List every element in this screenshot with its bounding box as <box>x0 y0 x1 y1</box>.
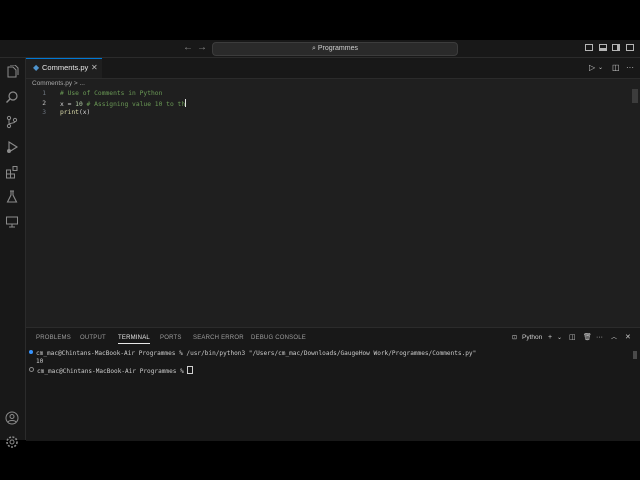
search-icon[interactable] <box>5 90 19 104</box>
title-bar: ← → ⌕ Programmes <box>0 40 640 58</box>
command-center-search[interactable]: ⌕ Programmes <box>212 42 458 56</box>
tab-output[interactable]: OUTPUT <box>80 333 106 343</box>
tab-label: Comments.py <box>42 63 89 72</box>
close-tab-icon[interactable]: ✕ <box>91 59 98 77</box>
split-terminal-icon[interactable]: ◫ <box>569 333 576 343</box>
back-icon[interactable]: ← <box>183 42 193 54</box>
command-decoration-icon <box>29 366 34 372</box>
terminal-output[interactable]: cm_mac@Chintans-MacBook-Air Programmes %… <box>29 350 476 375</box>
line-number: 2 <box>42 99 46 107</box>
close-panel-icon[interactable]: ✕ <box>625 333 631 343</box>
split-editor-icon[interactable]: ◫ <box>612 63 620 73</box>
account-icon[interactable] <box>5 411 19 425</box>
line-number: 3 <box>42 109 46 117</box>
extensions-icon[interactable] <box>5 165 19 179</box>
editor-tab-bar: ◆ Comments.py ✕ ▷ ⌄ ◫ ··· <box>26 58 640 79</box>
run-python-file-icon[interactable]: ▷ <box>589 63 595 73</box>
code-token: (x) <box>78 109 91 117</box>
more-panel-actions-icon[interactable]: ··· <box>596 333 603 343</box>
settings-gear-icon[interactable] <box>5 435 19 449</box>
run-debug-icon[interactable] <box>5 140 19 154</box>
source-control-icon[interactable] <box>5 115 19 129</box>
terminal-prompt: cm_mac@Chintans-MacBook-Air Programmes % <box>37 367 188 375</box>
terminal-line: cm_mac@Chintans-MacBook-Air Programmes %… <box>36 350 477 357</box>
code-editor[interactable]: 1 # Use of Comments in Python 2 x = 10 #… <box>26 89 640 326</box>
command-decoration-icon <box>29 350 33 354</box>
explorer-icon[interactable] <box>5 65 19 79</box>
bottom-panel: PROBLEMS OUTPUT TERMINAL PORTS SEARCH ER… <box>26 327 640 441</box>
terminal-shell-icon: ⊡ <box>512 335 518 341</box>
terminal-line: 10 <box>36 357 44 365</box>
testing-icon[interactable] <box>5 190 19 204</box>
terminal-cursor <box>187 365 194 374</box>
tab-debug-console[interactable]: DEBUG CONSOLE <box>251 333 306 343</box>
run-dropdown-chevron-icon[interactable]: ⌄ <box>598 63 603 73</box>
code-line-1[interactable]: # Use of Comments in Python <box>60 89 162 99</box>
code-number-token: 10 <box>75 100 83 108</box>
code-token: x = <box>60 100 76 108</box>
customize-layout-icon[interactable] <box>626 44 634 51</box>
code-comment-token: # Assigning value 10 to th <box>82 100 186 108</box>
toggle-secondary-sidebar-icon[interactable] <box>612 44 620 51</box>
tab-comments-py[interactable]: ◆ Comments.py ✕ <box>26 58 102 78</box>
terminal-scrollbar[interactable] <box>633 351 637 359</box>
editor-scrollbar[interactable] <box>632 89 638 103</box>
code-function-token: print <box>60 109 79 117</box>
text-cursor <box>185 98 187 107</box>
new-terminal-icon[interactable]: + <box>548 333 552 343</box>
vscode-window: ← → ⌕ Programmes ◆ Comments.py ✕ ▷ ⌄ ◫ ·… <box>0 40 640 448</box>
forward-icon[interactable]: → <box>197 42 207 54</box>
toggle-panel-icon[interactable] <box>599 44 607 51</box>
search-icon: ⌕ <box>312 45 316 52</box>
line-number: 1 <box>42 90 46 97</box>
code-line-3[interactable]: print(x) <box>60 108 90 118</box>
toggle-primary-sidebar-icon[interactable] <box>585 44 593 51</box>
python-file-icon: ◆ <box>33 63 40 72</box>
breadcrumb[interactable]: Comments.py > ... <box>32 79 85 89</box>
terminal-dropdown-chevron-icon[interactable]: ⌄ <box>557 333 562 343</box>
tab-problems[interactable]: PROBLEMS <box>36 333 71 343</box>
kill-terminal-icon[interactable]: 🗑 <box>583 333 592 343</box>
tab-terminal[interactable]: TERMINAL <box>118 333 150 344</box>
remote-explorer-icon[interactable] <box>5 215 19 229</box>
maximize-panel-icon[interactable]: ︿ <box>611 333 617 343</box>
search-label: Programmes <box>317 45 358 52</box>
terminal-shell-label[interactable]: Python <box>522 333 542 343</box>
more-actions-icon[interactable]: ··· <box>626 63 634 73</box>
tab-ports[interactable]: PORTS <box>160 333 182 343</box>
activity-bar <box>0 58 26 448</box>
tab-search-error[interactable]: SEARCH ERROR <box>193 333 244 343</box>
